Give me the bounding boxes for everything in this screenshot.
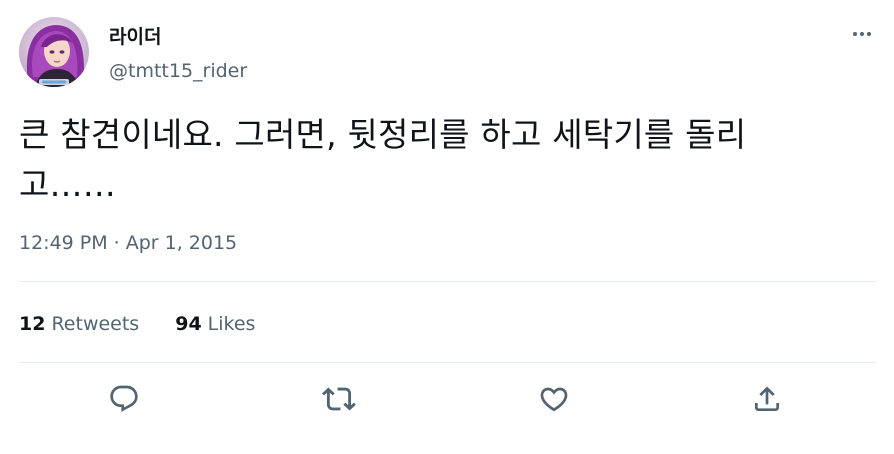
- more-dot-icon: [860, 32, 864, 36]
- tweet-text-line: 큰 참견이네요. 그러면, 뒷정리를 하고 세탁기를 돌리: [19, 115, 747, 154]
- timestamp-separator: ·: [113, 232, 120, 254]
- likes-label: Likes: [207, 313, 256, 335]
- heart-icon: [540, 387, 568, 412]
- divider: [19, 281, 876, 282]
- divider: [19, 362, 876, 363]
- more-options-button[interactable]: [842, 20, 882, 48]
- more-dot-icon: [867, 32, 871, 36]
- tweet-timestamp: 12:49 PM · Apr 1, 2015: [19, 230, 237, 256]
- retweet-icon: [322, 387, 356, 411]
- profile-avatar-image: [19, 17, 89, 87]
- tweet-time-link[interactable]: 12:49 PM: [19, 230, 108, 256]
- reply-button[interactable]: [107, 382, 141, 416]
- tweet-text-line: 고……: [19, 165, 116, 204]
- display-name[interactable]: 라이더: [109, 24, 161, 50]
- retweets-label: Retweets: [51, 313, 140, 335]
- reply-icon: [110, 385, 138, 412]
- user-handle[interactable]: @tmtt15_rider: [109, 58, 247, 84]
- likes-stat[interactable]: 94 Likes: [175, 311, 255, 337]
- retweet-button[interactable]: [322, 382, 356, 416]
- more-dot-icon: [853, 32, 857, 36]
- share-icon: [755, 386, 779, 411]
- tweet-card: 라이더 @tmtt15_rider 큰 참견이네요. 그러면, 뒷정리를 하고 …: [0, 0, 894, 454]
- tweet-stats: 12 Retweets 94 Likes: [19, 311, 255, 337]
- likes-count: 94: [175, 313, 202, 335]
- share-button[interactable]: [750, 382, 784, 416]
- like-button[interactable]: [537, 382, 571, 416]
- tweet-date-link[interactable]: Apr 1, 2015: [126, 230, 237, 256]
- retweets-stat[interactable]: 12 Retweets: [19, 311, 139, 337]
- retweets-count: 12: [19, 313, 46, 335]
- avatar[interactable]: [19, 17, 89, 87]
- tweet-text: 큰 참견이네요. 그러면, 뒷정리를 하고 세탁기를 돌리 고……: [19, 110, 869, 210]
